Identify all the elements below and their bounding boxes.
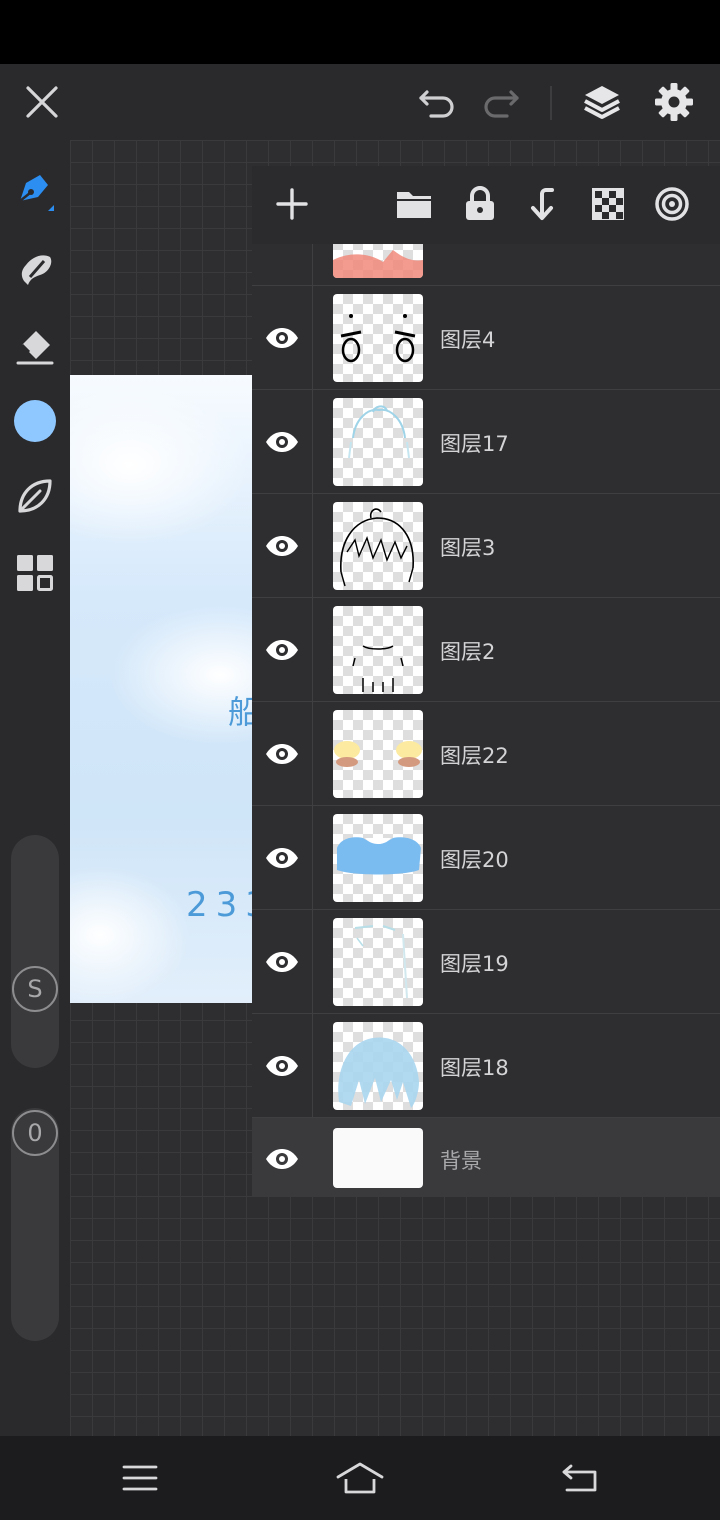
row-divider [312, 494, 313, 597]
layer-row[interactable]: 图层17 [252, 390, 720, 494]
undo-icon[interactable] [412, 78, 462, 126]
home-icon[interactable] [332, 1454, 388, 1502]
pen-icon[interactable] [10, 165, 60, 215]
background-layer-row[interactable]: 背景 [252, 1118, 720, 1196]
layer-thumbnail [333, 398, 423, 486]
layer-name: 图层17 [440, 432, 509, 456]
merge-down-icon[interactable] [522, 182, 566, 226]
toolbar-divider [550, 86, 552, 120]
row-divider [312, 1014, 313, 1117]
layer-row[interactable]: 图层3 [252, 494, 720, 598]
lock-icon[interactable] [458, 182, 502, 226]
layer-row[interactable]: 图层2 [252, 598, 720, 702]
layer-name: 图层20 [440, 848, 509, 872]
eraser-icon[interactable] [10, 321, 60, 371]
layer-thumbnail [333, 294, 423, 382]
leaf-icon[interactable] [10, 471, 60, 521]
layers-panel-toolbar [252, 166, 720, 244]
row-divider [312, 806, 313, 909]
menu-icon[interactable] [112, 1454, 168, 1502]
layer-row[interactable] [252, 244, 720, 286]
system-nav-bar [0, 1436, 720, 1520]
add-icon[interactable] [270, 182, 314, 226]
artwork-number: 233 [186, 885, 252, 925]
size-slider-knob[interactable]: S [12, 966, 58, 1012]
row-divider [312, 244, 313, 285]
row-divider [312, 286, 313, 389]
row-divider [312, 390, 313, 493]
layer-name: 背景 [440, 1149, 482, 1173]
gear-icon[interactable] [648, 76, 700, 128]
folder-icon[interactable] [392, 182, 436, 226]
eye-icon[interactable] [264, 632, 300, 668]
current-color [14, 400, 56, 442]
eye-icon[interactable] [264, 1048, 300, 1084]
smudge-icon[interactable] [10, 243, 60, 293]
layer-row[interactable]: 图层20 [252, 806, 720, 910]
layer-row[interactable]: 图层18 [252, 1014, 720, 1118]
layer-thumbnail [333, 710, 423, 798]
layer-thumbnail [333, 244, 423, 278]
layers-icon[interactable] [576, 76, 628, 128]
eye-icon[interactable] [264, 244, 300, 252]
eye-icon[interactable] [264, 944, 300, 980]
layer-name: 图层19 [440, 952, 509, 976]
back-icon[interactable] [552, 1454, 608, 1502]
transparency-icon[interactable] [586, 182, 630, 226]
grid-icon[interactable] [10, 548, 60, 598]
row-divider [312, 910, 313, 1013]
layer-row[interactable]: 图层19 [252, 910, 720, 1014]
redo-icon[interactable] [476, 78, 526, 126]
layer-name: 图层3 [440, 536, 496, 560]
brush-size-slider[interactable] [11, 835, 59, 1068]
eye-icon[interactable] [264, 736, 300, 772]
layer-name: 图层18 [440, 1056, 509, 1080]
eye-icon[interactable] [264, 320, 300, 356]
layer-thumbnail [333, 1022, 423, 1110]
layer-thumbnail [333, 918, 423, 1006]
layer-list[interactable]: 图层4 图层17 图层3 图层2 图层22 图层20 图层19 图层18 背景 [252, 244, 720, 1196]
opacity-slider-knob[interactable]: 0 [12, 1110, 58, 1156]
layer-row[interactable]: 图层4 [252, 286, 720, 390]
eye-icon[interactable] [264, 840, 300, 876]
row-divider [312, 598, 313, 701]
layer-name: 图层4 [440, 328, 496, 352]
row-divider [312, 702, 313, 805]
target-icon[interactable] [650, 182, 694, 226]
layer-thumbnail [333, 1128, 423, 1188]
status-bar [0, 0, 720, 64]
eye-icon[interactable] [264, 1141, 300, 1177]
artwork-canvas[interactable]: 船 233 [70, 375, 252, 1003]
layer-thumbnail [333, 606, 423, 694]
artwork-text: 船 [228, 693, 252, 731]
layer-thumbnail [333, 502, 423, 590]
eye-icon[interactable] [264, 528, 300, 564]
layer-thumbnail [333, 814, 423, 902]
layer-name: 图层22 [440, 744, 509, 768]
layer-row[interactable]: 图层22 [252, 702, 720, 806]
close-icon[interactable] [18, 78, 66, 126]
layer-name: 图层2 [440, 640, 496, 664]
eye-icon[interactable] [264, 424, 300, 460]
color-swatch[interactable] [10, 396, 60, 446]
